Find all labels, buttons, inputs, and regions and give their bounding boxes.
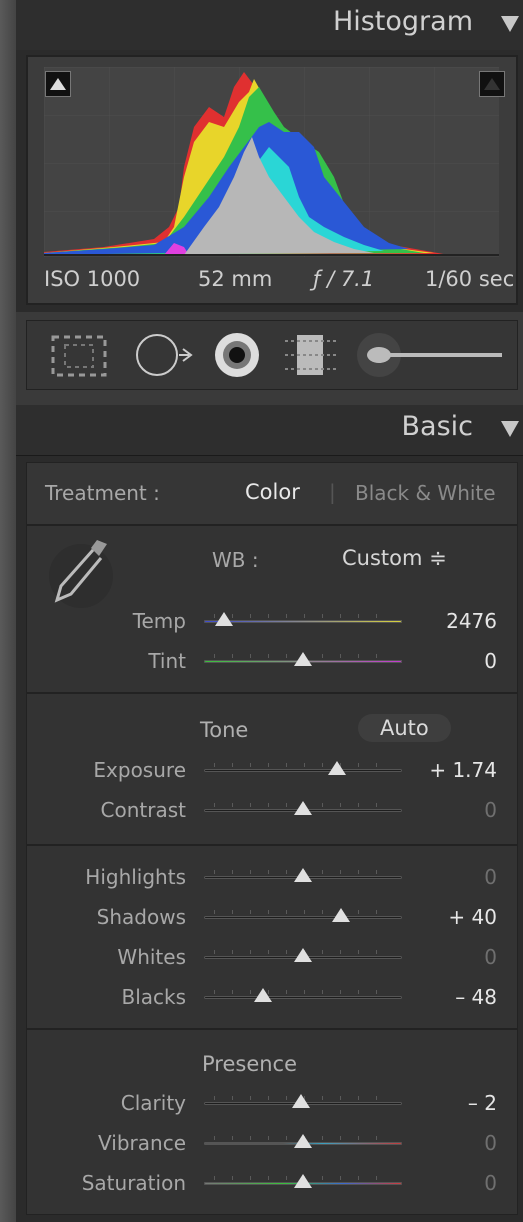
aperture-readout: ƒ / 7.1: [313, 267, 375, 291]
histogram-header[interactable]: Histogram: [16, 0, 523, 51]
tint-slider-thumb[interactable]: [294, 652, 312, 666]
highlights-value[interactable]: 0: [427, 865, 497, 889]
adjustment-brush-icon[interactable]: [357, 333, 502, 377]
temp-value[interactable]: 2476: [427, 609, 497, 633]
basic-title: Basic: [401, 411, 473, 442]
tool-strip: [26, 320, 518, 390]
treatment-row: Treatment : Color | Black & White: [26, 462, 518, 524]
exposure-slider[interactable]: [204, 769, 402, 772]
shadows-label: Shadows: [96, 905, 186, 929]
blacks-value[interactable]: – 48: [427, 985, 497, 1009]
histogram-box: ISO 1000 52 mm ƒ / 7.1 1/60 sec: [26, 55, 518, 305]
histogram-title: Histogram: [332, 6, 473, 37]
saturation-slider-thumb[interactable]: [294, 1174, 312, 1188]
clarity-label: Clarity: [120, 1091, 186, 1115]
tint-value[interactable]: 0: [427, 649, 497, 673]
temp-label: Temp: [132, 609, 186, 633]
contrast-label: Contrast: [100, 798, 186, 822]
shadows-value[interactable]: + 40: [427, 905, 497, 929]
crop-icon[interactable]: [51, 335, 107, 377]
vibrance-slider-thumb[interactable]: [294, 1134, 312, 1148]
exposure-slider-thumb[interactable]: [327, 761, 346, 775]
blacks-ticks: [214, 990, 392, 994]
basic-header[interactable]: Basic: [16, 405, 523, 456]
vibrance-value[interactable]: 0: [427, 1131, 497, 1155]
auto-tone-button[interactable]: Auto: [358, 714, 451, 742]
left-edge: [0, 0, 16, 1222]
whites-label: Whites: [117, 945, 186, 969]
blacks-slider-thumb[interactable]: [254, 988, 273, 1002]
highlight-clipping-triangle-icon: [484, 78, 500, 90]
white-balance-eyedropper-icon[interactable]: [41, 534, 131, 614]
highlight-clipping-icon[interactable]: [479, 71, 505, 97]
presence-label: Presence: [202, 1052, 298, 1076]
exposure-ticks: [214, 763, 392, 767]
treatment-bw-option[interactable]: Black & White: [355, 481, 496, 505]
basic-collapse-triangle-icon[interactable]: [501, 421, 519, 437]
histogram-svg: [44, 67, 499, 257]
wb-select[interactable]: Custom ≑: [342, 546, 447, 570]
temp-slider-thumb[interactable]: [214, 612, 233, 626]
shadows-slider-thumb[interactable]: [331, 908, 350, 922]
iso-readout: ISO 1000: [44, 267, 141, 291]
temp-ticks: [214, 614, 392, 618]
tint-label: Tint: [148, 649, 186, 673]
shadow-clipping-triangle-icon: [50, 78, 66, 90]
histogram-graph: [44, 67, 499, 257]
whites-value[interactable]: 0: [427, 945, 497, 969]
treatment-label: Treatment :: [45, 481, 160, 505]
collapse-triangle-icon[interactable]: [501, 16, 519, 32]
treatment-color-option[interactable]: Color: [245, 480, 300, 504]
saturation-label: Saturation: [81, 1171, 186, 1195]
shadow-clipping-icon[interactable]: [45, 71, 71, 97]
tool-strip-svg: [51, 333, 502, 377]
shadows-slider[interactable]: [204, 916, 402, 919]
shutter-readout: 1/60 sec: [425, 267, 515, 291]
highlights-slider-thumb[interactable]: [294, 868, 312, 882]
blacks-slider[interactable]: [204, 996, 402, 999]
graduated-filter-icon[interactable]: [285, 335, 337, 375]
contrast-slider-thumb[interactable]: [294, 801, 312, 815]
red-eye-icon[interactable]: [215, 333, 259, 377]
tone-label: Tone: [200, 718, 249, 742]
exposure-value[interactable]: + 1.74: [427, 758, 497, 782]
focal-length-readout: 52 mm: [198, 267, 273, 291]
vibrance-label: Vibrance: [98, 1131, 186, 1155]
temp-slider[interactable]: [204, 620, 402, 623]
treatment-separator: |: [329, 480, 336, 504]
wb-label: WB :: [212, 548, 259, 572]
shadows-ticks: [214, 910, 392, 914]
contrast-value[interactable]: 0: [427, 798, 497, 822]
exposure-label: Exposure: [93, 758, 186, 782]
saturation-value[interactable]: 0: [427, 1171, 497, 1195]
highlights-label: Highlights: [85, 865, 186, 889]
clarity-slider-thumb[interactable]: [292, 1094, 311, 1108]
clarity-value[interactable]: – 2: [427, 1091, 497, 1115]
spot-removal-icon[interactable]: [136, 334, 193, 376]
blacks-label: Blacks: [121, 985, 186, 1009]
whites-slider-thumb[interactable]: [294, 948, 312, 962]
